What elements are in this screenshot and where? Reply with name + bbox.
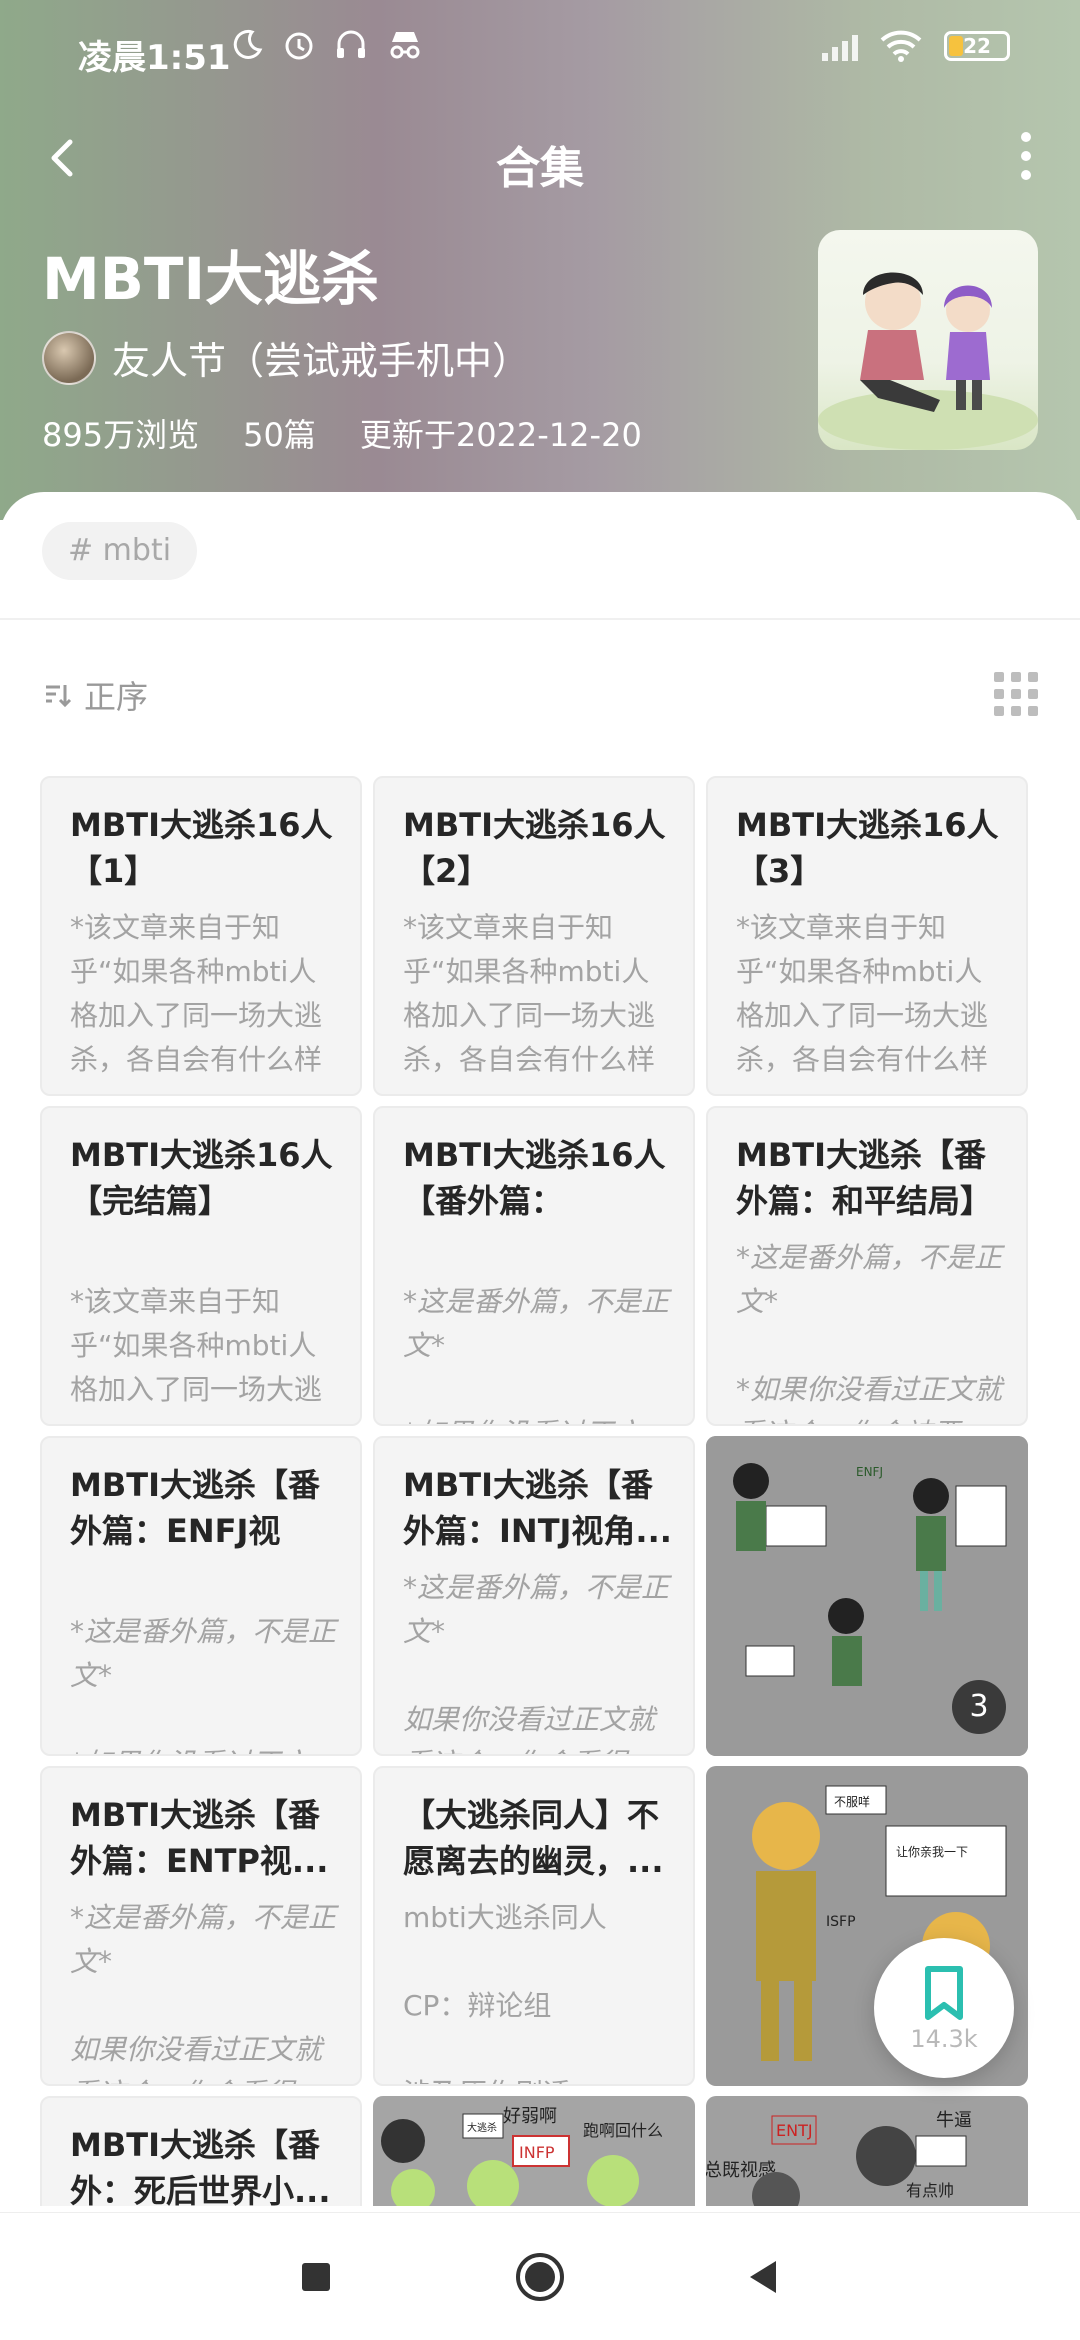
views-count: 895万浏览 xyxy=(42,416,200,454)
article-excerpt: *这是番外篇，不是正 文* 如果你没看过正文就 看这个，你会看得 xyxy=(70,1901,337,2084)
signal-icon xyxy=(822,31,858,61)
grid-view-toggle[interactable] xyxy=(994,672,1038,716)
article-excerpt: *这是番外篇，不是正 文* *如果你没看过正文就 看这个，你会被严 xyxy=(736,1241,1003,1424)
moon-icon xyxy=(233,29,263,59)
nav-bar: 合集 xyxy=(0,110,1080,200)
tag-chip[interactable]: # mbti xyxy=(42,522,198,580)
incognito-icon xyxy=(390,32,420,59)
comic-label: ENFJ xyxy=(856,1465,883,1479)
article-title: MBTI大逃杀【番外篇：和平结局】 xyxy=(736,1136,993,1220)
article-card[interactable]: MBTI大逃杀【番外篇：INTJ视角... *这是番外篇，不是正 文* 如果你没… xyxy=(373,1436,695,1756)
battery-level: 22 xyxy=(963,34,991,58)
status-icons-right: 22 xyxy=(822,30,1010,62)
article-card[interactable]: 【大逃杀同人】不愿离去的幽灵，... mbti大逃杀同人 CP：辩论组 涉及原作… xyxy=(373,1766,695,2086)
article-excerpt: *该文章来自于知 乎“如果各种mbti人 格加入了同一场大逃 杀，各自会有什么样 xyxy=(403,911,656,1076)
comic-label: ISFP xyxy=(826,1914,856,1930)
article-excerpt: *该文章来自于知 乎“如果各种mbti人 格加入了同一场大逃 xyxy=(70,1285,323,1406)
circle-icon xyxy=(516,2253,564,2301)
recents-button[interactable] xyxy=(286,2247,346,2307)
back-system-button[interactable] xyxy=(734,2247,794,2307)
article-excerpt: *这是番外篇，不是正 文* *如果你没看过正文 xyxy=(70,1615,337,1754)
article-excerpt: *这是番外篇，不是正 文* 如果你没看过正文就 看这个，你会看得 xyxy=(403,1571,670,1754)
article-card[interactable]: MBTI大逃杀【番外篇：和平结局】 *这是番外篇，不是正 文* *如果你没看过正… xyxy=(706,1106,1028,1426)
comic-label: 有点帅 xyxy=(906,2181,954,2200)
collection-title: MBTI大逃杀 xyxy=(42,245,380,313)
status-bar: 凌晨1:51 22 xyxy=(0,0,1080,100)
collection-stats: 895万浏览 50篇 更新于2022-12-20 xyxy=(42,410,642,456)
article-title: MBTI大逃杀【番外篇：ENTP视... xyxy=(70,1796,329,1880)
article-title: MBTI大逃杀【番外：死后世界小... xyxy=(70,2126,331,2206)
author-row[interactable]: 友人节（尝试戒手机中） xyxy=(42,330,530,385)
page-title: 合集 xyxy=(496,143,584,194)
headset-icon xyxy=(337,30,365,58)
article-title: MBTI大逃杀16人【完结篇】 xyxy=(70,1136,333,1220)
comic-label: ENTJ xyxy=(776,2121,813,2140)
comic-thumbnail: 好弱啊 INFP 大逃杀 跑啊回什么 xyxy=(373,2096,695,2206)
status-icons-left xyxy=(230,28,424,62)
image-card[interactable]: ENFJ 3 xyxy=(706,1436,1028,1756)
more-options-button[interactable] xyxy=(1006,126,1046,186)
article-card[interactable]: MBTI大逃杀16人【2】 *该文章来自于知 乎“如果各种mbti人 格加入了同… xyxy=(373,776,695,1096)
comic-label: 好弱啊 xyxy=(503,2106,557,2127)
comic-label: 大逃杀 xyxy=(467,2121,497,2134)
image-card[interactable]: ENTJ 牛逼 总既视感 有点帅 xyxy=(706,2096,1028,2206)
sort-label: 正序 xyxy=(84,678,149,716)
article-excerpt: *该文章来自于知 乎“如果各种mbti人 格加入了同一场大逃 杀，各自会有什么样 xyxy=(736,911,989,1076)
image-card[interactable]: 好弱啊 INFP 大逃杀 跑啊回什么 xyxy=(373,2096,695,2206)
article-title: MBTI大逃杀【番外篇：INTJ视角... xyxy=(403,1466,672,1550)
system-navigation-bar xyxy=(0,2212,1080,2340)
article-card[interactable]: MBTI大逃杀16人【3】 *该文章来自于知 乎“如果各种mbti人 格加入了同… xyxy=(706,776,1028,1096)
comic-label: 让你亲我一下 xyxy=(896,1845,968,1859)
sort-icon xyxy=(46,685,72,708)
article-count: 50篇 xyxy=(243,416,316,454)
more-dot-icon xyxy=(1021,151,1031,161)
article-card[interactable]: MBTI大逃杀【番外：死后世界小... xyxy=(40,2096,362,2206)
article-title: MBTI大逃杀16人【番外篇：ESTJ... xyxy=(403,1136,666,1220)
collection-cover-image xyxy=(818,230,1038,450)
home-button[interactable] xyxy=(510,2247,570,2307)
bookmark-button[interactable]: 14.3k xyxy=(874,1938,1014,2078)
divider xyxy=(0,618,1080,620)
author-name[interactable]: 友人节（尝试戒手机中） xyxy=(112,330,530,385)
square-icon xyxy=(302,2263,330,2291)
article-excerpt: mbti大逃杀同人 CP：辩论组 涉及原作剧透 xyxy=(403,1901,607,2084)
bookmark-icon xyxy=(925,1966,963,2020)
article-title: MBTI大逃杀16人【2】 xyxy=(403,806,666,890)
article-card[interactable]: MBTI大逃杀16人【番外篇：ESTJ... *这是番外篇，不是正 文* *如果… xyxy=(373,1106,695,1426)
article-card[interactable]: MBTI大逃杀【番外篇：ENTP视... *这是番外篇，不是正 文* 如果你没看… xyxy=(40,1766,362,2086)
avatar[interactable] xyxy=(42,330,96,385)
article-card[interactable]: MBTI大逃杀16人【1】 *该文章来自于知 乎“如果各种mbti人 格加入了同… xyxy=(40,776,362,1096)
triangle-back-icon xyxy=(750,2261,776,2293)
comic-label: 跑啊回什么 xyxy=(583,2121,663,2140)
updated-date: 更新于2022-12-20 xyxy=(359,416,642,454)
comic-label: 牛逼 xyxy=(936,2110,972,2131)
article-title: MBTI大逃杀16人【3】 xyxy=(736,806,999,890)
status-time: 凌晨1:51 xyxy=(78,38,231,78)
bookmark-count: 14.3k xyxy=(910,2025,978,2053)
comic-thumbnail: ENTJ 牛逼 总既视感 有点帅 xyxy=(706,2096,1028,2206)
article-title: MBTI大逃杀【番外篇：ENFJ视角... xyxy=(70,1466,320,1550)
battery-icon: 22 xyxy=(944,31,1010,61)
comic-label: INFP xyxy=(519,2143,555,2162)
article-excerpt: *该文章来自于知 乎“如果各种mbti人 格加入了同一场大逃 杀，各自会有什么样 xyxy=(70,911,323,1076)
more-dot-icon xyxy=(1021,170,1031,180)
sort-button[interactable]: 正序 xyxy=(42,672,148,718)
article-title: MBTI大逃杀16人【1】 xyxy=(70,806,333,890)
article-excerpt: *这是番外篇，不是正 文* *如果你没看过正文 xyxy=(403,1285,670,1424)
article-title: 【大逃杀同人】不愿离去的幽灵，... xyxy=(403,1796,664,1880)
more-dot-icon xyxy=(1021,132,1031,142)
image-count-badge: 3 xyxy=(952,1680,1006,1734)
comic-label: 不服咩 xyxy=(834,1794,870,1809)
article-card[interactable]: MBTI大逃杀16人【完结篇】 *该文章来自于知 乎“如果各种mbti人 格加入… xyxy=(40,1106,362,1426)
alarm-icon xyxy=(285,32,313,60)
article-card[interactable]: MBTI大逃杀【番外篇：ENFJ视角... *这是番外篇，不是正 文* *如果你… xyxy=(40,1436,362,1756)
wifi-icon xyxy=(880,30,922,62)
